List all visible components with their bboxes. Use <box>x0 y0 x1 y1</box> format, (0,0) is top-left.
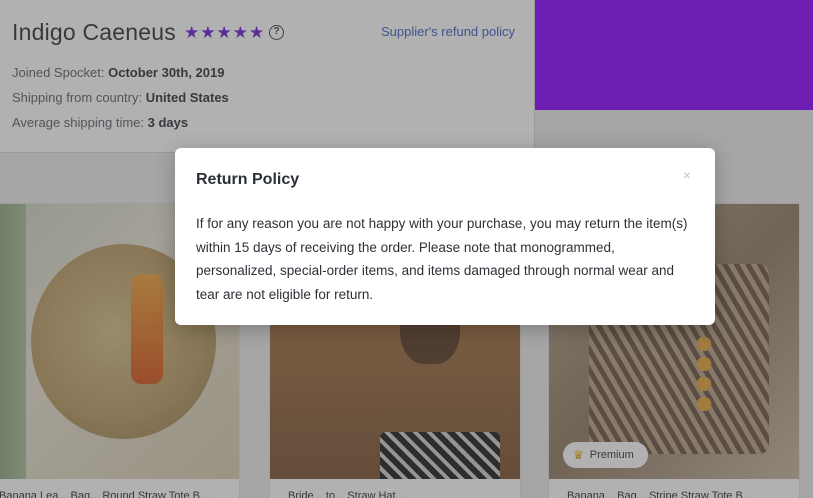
modal-body-text: If for any reason you are not happy with… <box>196 216 688 302</box>
modal-title: Return Policy <box>196 171 300 188</box>
close-icon[interactable]: × <box>681 168 693 182</box>
return-policy-modal: Return Policy × If for any reason you ar… <box>175 148 715 325</box>
